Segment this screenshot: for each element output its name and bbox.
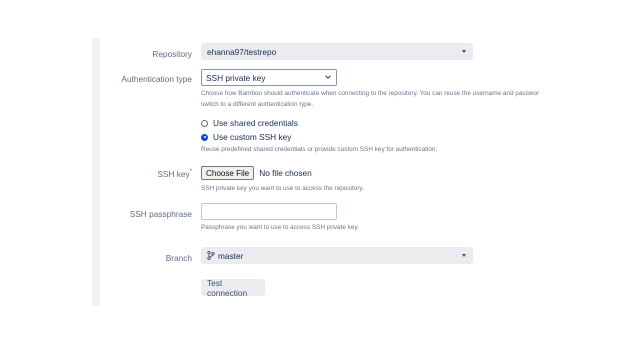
auth-type-label: Authentication type — [121, 74, 192, 84]
radio-indicator — [201, 119, 208, 127]
radio-custom-ssh-key[interactable]: Use custom SSH key — [201, 132, 291, 142]
caret-down-icon — [462, 50, 466, 53]
required-marker: * — [189, 169, 192, 176]
ssh-passphrase-help: Passphrase you want to use to access SSH… — [201, 224, 359, 231]
choose-file-button[interactable]: Choose File — [201, 166, 255, 180]
ssh-key-label: SSH key* — [92, 169, 192, 179]
test-connection-button[interactable]: Test connection — [201, 278, 265, 298]
repository-select[interactable]: ehanna97/testrepo — [201, 43, 473, 60]
credentials-help: Reuse predefined shared credentials or p… — [201, 146, 438, 153]
radio-custom-ssh-key-label: Use custom SSH key — [213, 132, 292, 142]
auth-type-select[interactable]: SSH private key — [201, 69, 337, 86]
auth-type-value: SSH private key — [206, 72, 266, 83]
repository-value: ehanna97/testrepo — [207, 46, 277, 57]
ssh-key-label-text: SSH key — [157, 169, 190, 179]
repository-label: Repository — [152, 49, 192, 59]
branch-value: master — [218, 250, 244, 261]
file-status: No file chosen — [259, 168, 312, 178]
ssh-key-help: SSH private key you want to use to acces… — [201, 185, 364, 192]
ssh-passphrase-input[interactable] — [201, 203, 337, 220]
caret-down-icon — [462, 254, 466, 257]
ssh-key-file-input[interactable]: Choose File No file chosen — [201, 166, 312, 180]
radio-shared-credentials[interactable]: Use shared credentials — [201, 118, 298, 128]
chevron-down-icon — [325, 75, 331, 80]
branch-label: Branch — [165, 253, 192, 263]
radio-indicator — [201, 133, 208, 141]
radio-shared-credentials-label: Use shared credentials — [213, 118, 298, 128]
ssh-passphrase-label: SSH passphrase — [129, 209, 192, 219]
branch-select[interactable]: master — [201, 247, 473, 264]
auth-type-help-line2: switch to a different authentication typ… — [201, 101, 314, 108]
auth-type-help-line1: Choose how Bamboo should authenticate wh… — [201, 90, 540, 97]
git-branch-icon — [207, 251, 215, 260]
